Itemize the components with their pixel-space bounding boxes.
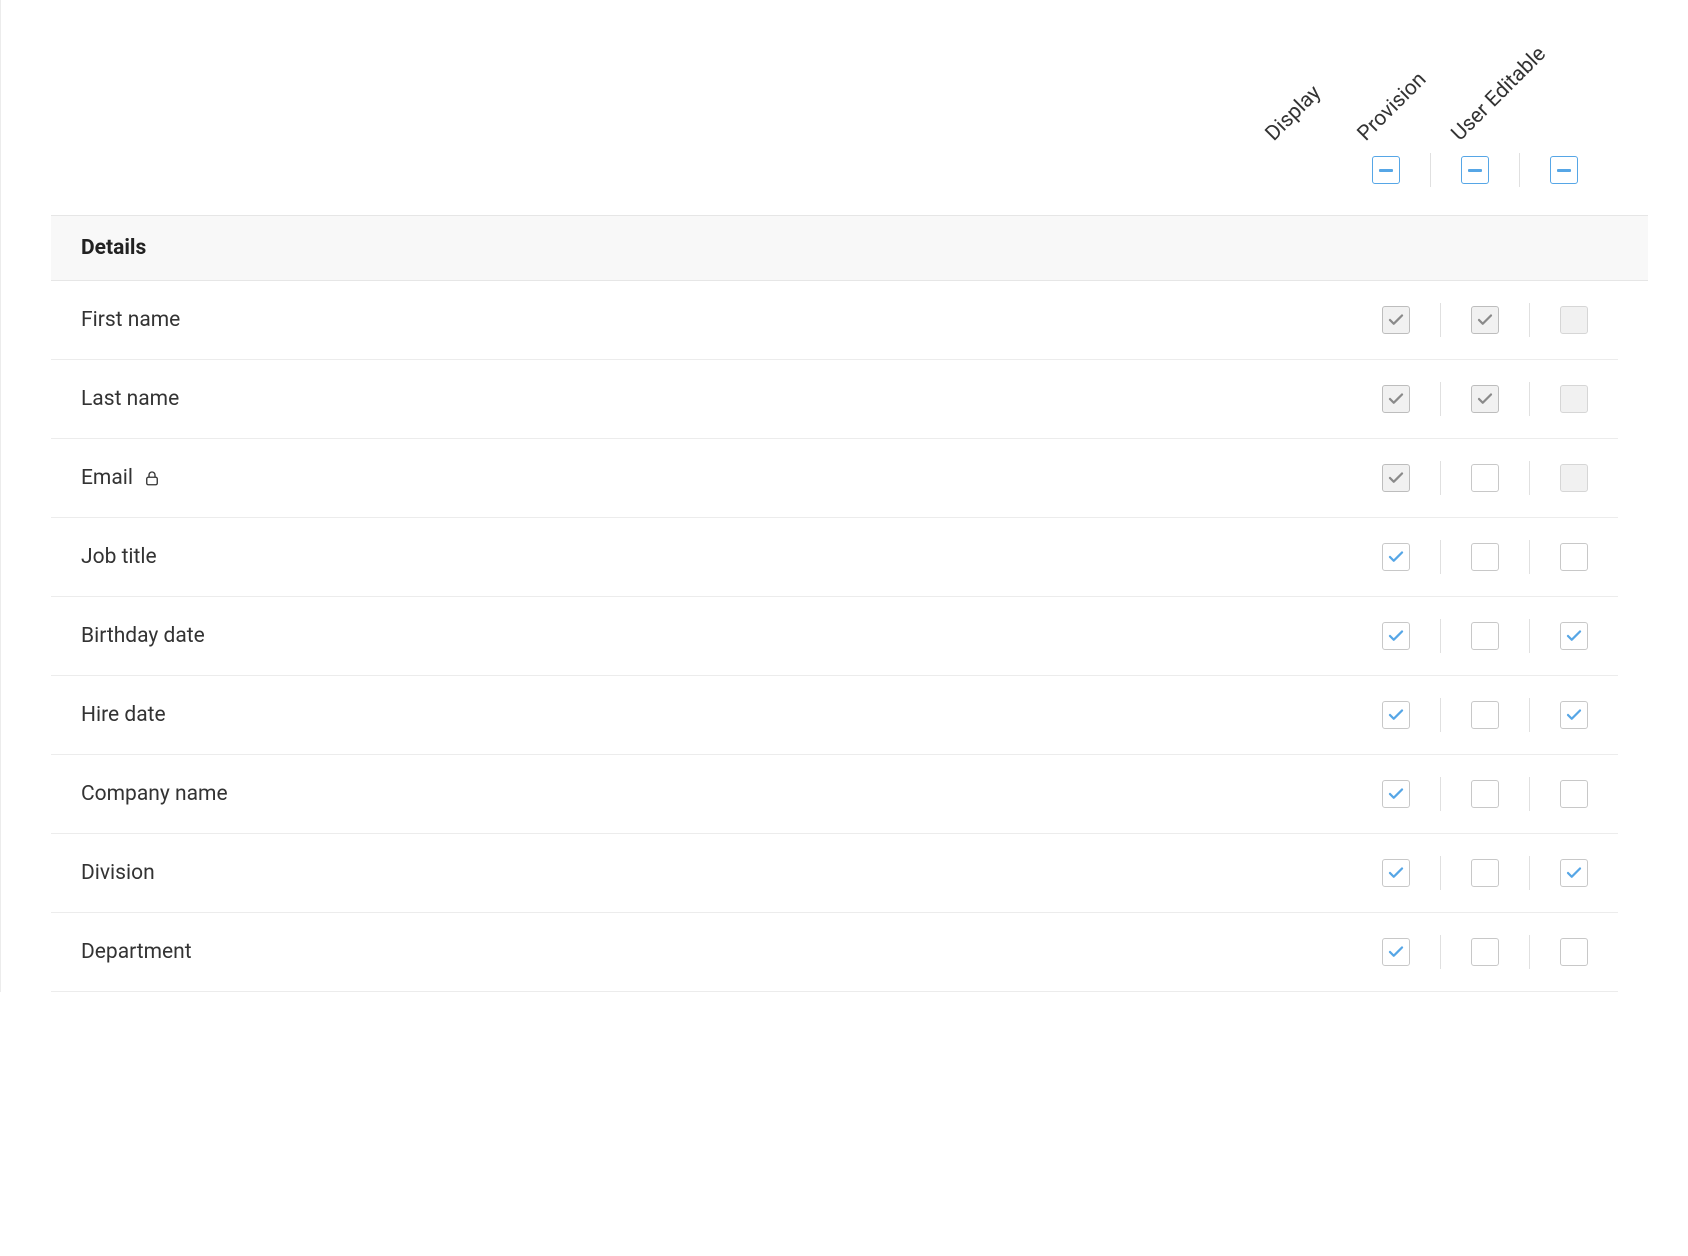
divider: [1529, 698, 1530, 732]
table-row: Birthday date: [51, 597, 1618, 676]
divider: [1529, 619, 1530, 653]
checkbox-display[interactable]: [1382, 464, 1410, 492]
column-headers: Display Provision User Editable: [51, 0, 1648, 215]
column-label-provision: Provision: [1353, 68, 1431, 146]
divider: [1440, 935, 1441, 969]
row-label: Division: [81, 861, 1382, 885]
divider: [1440, 619, 1441, 653]
column-label-display: Display: [1261, 81, 1326, 146]
checkbox-user-editable[interactable]: [1560, 938, 1588, 966]
checkbox-display[interactable]: [1382, 306, 1410, 334]
divider: [1430, 153, 1431, 187]
divider: [1440, 856, 1441, 890]
checkbox-display[interactable]: [1382, 859, 1410, 887]
table-row: Company name: [51, 755, 1618, 834]
checkbox-user-editable: [1560, 464, 1588, 492]
divider: [1440, 698, 1441, 732]
row-checkbox-group: [1382, 777, 1588, 811]
table-row: First name: [51, 281, 1618, 360]
divider: [1440, 303, 1441, 337]
row-label: Department: [81, 940, 1382, 964]
divider: [1519, 153, 1520, 187]
row-checkbox-group: [1382, 540, 1588, 574]
row-checkbox-group: [1382, 698, 1588, 732]
row-label-text: Job title: [81, 545, 157, 569]
row-label: Birthday date: [81, 624, 1382, 648]
checkbox-display[interactable]: [1382, 543, 1410, 571]
row-label-text: Last name: [81, 387, 179, 411]
divider: [1529, 935, 1530, 969]
divider: [1529, 540, 1530, 574]
row-checkbox-group: [1382, 935, 1588, 969]
divider: [1440, 461, 1441, 495]
checkbox-display[interactable]: [1382, 385, 1410, 413]
checkbox-user-editable[interactable]: [1560, 701, 1588, 729]
checkbox-provision[interactable]: [1471, 464, 1499, 492]
row-label-text: Company name: [81, 782, 228, 806]
table-row: Department: [51, 913, 1618, 992]
checkbox-user-editable: [1560, 385, 1588, 413]
row-label-text: Department: [81, 940, 192, 964]
row-checkbox-group: [1382, 461, 1588, 495]
divider: [1529, 856, 1530, 890]
table-row: Last name: [51, 360, 1618, 439]
divider: [1529, 461, 1530, 495]
checkbox-provision[interactable]: [1471, 543, 1499, 571]
checkbox-provision[interactable]: [1471, 385, 1499, 413]
row-label: Email: [81, 466, 1382, 490]
row-label: Company name: [81, 782, 1382, 806]
header-checkbox-display[interactable]: [1372, 156, 1400, 184]
section-header-details: Details: [51, 215, 1648, 281]
row-label: Last name: [81, 387, 1382, 411]
checkbox-provision[interactable]: [1471, 938, 1499, 966]
divider: [1440, 382, 1441, 416]
row-checkbox-group: [1382, 303, 1588, 337]
checkbox-provision[interactable]: [1471, 859, 1499, 887]
row-label: First name: [81, 308, 1382, 332]
rows-container: First name Last name Email Job title Birthda…: [51, 281, 1648, 992]
checkbox-provision[interactable]: [1471, 622, 1499, 650]
lock-icon: [143, 469, 161, 487]
row-label-text: Birthday date: [81, 624, 205, 648]
divider: [1529, 382, 1530, 416]
row-label-text: Hire date: [81, 703, 166, 727]
checkbox-display[interactable]: [1382, 701, 1410, 729]
checkbox-provision[interactable]: [1471, 701, 1499, 729]
checkbox-user-editable[interactable]: [1560, 543, 1588, 571]
header-checkbox-user-editable[interactable]: [1550, 156, 1578, 184]
row-label-text: Division: [81, 861, 155, 885]
header-checkbox-group: [1372, 153, 1578, 187]
checkbox-provision[interactable]: [1471, 780, 1499, 808]
checkbox-user-editable[interactable]: [1560, 780, 1588, 808]
divider: [1440, 777, 1441, 811]
table-row: Hire date: [51, 676, 1618, 755]
table-row: Job title: [51, 518, 1618, 597]
row-label: Job title: [81, 545, 1382, 569]
checkbox-display[interactable]: [1382, 780, 1410, 808]
checkbox-provision[interactable]: [1471, 306, 1499, 334]
permissions-panel: Display Provision User Editable Details …: [0, 0, 1688, 992]
checkbox-user-editable: [1560, 306, 1588, 334]
table-row: Email: [51, 439, 1618, 518]
row-checkbox-group: [1382, 856, 1588, 890]
checkbox-display[interactable]: [1382, 622, 1410, 650]
row-checkbox-group: [1382, 382, 1588, 416]
column-label-user-editable: User Editable: [1447, 42, 1551, 146]
header-checkbox-provision[interactable]: [1461, 156, 1489, 184]
checkbox-user-editable[interactable]: [1560, 859, 1588, 887]
row-label: Hire date: [81, 703, 1382, 727]
checkbox-user-editable[interactable]: [1560, 622, 1588, 650]
divider: [1529, 777, 1530, 811]
row-label-text: Email: [81, 466, 133, 490]
row-label-text: First name: [81, 308, 180, 332]
row-checkbox-group: [1382, 619, 1588, 653]
table-row: Division: [51, 834, 1618, 913]
divider: [1440, 540, 1441, 574]
divider: [1529, 303, 1530, 337]
checkbox-display[interactable]: [1382, 938, 1410, 966]
